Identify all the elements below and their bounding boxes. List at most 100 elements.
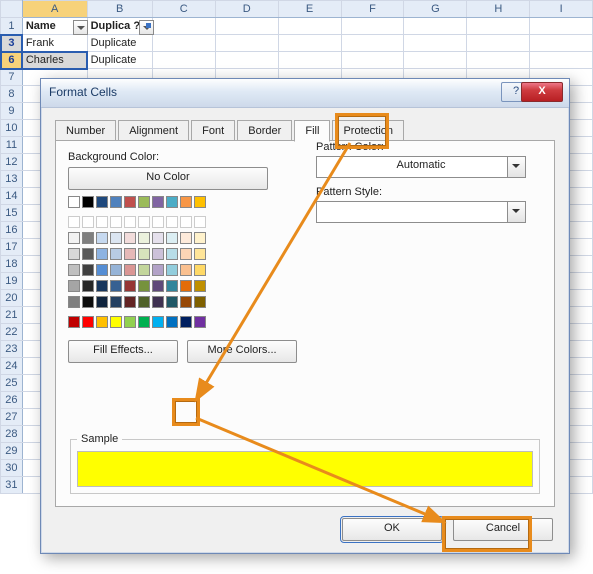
row-header[interactable]: 14 xyxy=(1,188,23,205)
color-swatch[interactable] xyxy=(110,264,122,276)
row-header[interactable]: 11 xyxy=(1,137,23,154)
color-swatch[interactable] xyxy=(138,232,150,244)
color-swatch[interactable] xyxy=(138,316,150,328)
color-swatch[interactable] xyxy=(96,316,108,328)
color-swatch[interactable] xyxy=(194,196,206,208)
color-swatch[interactable] xyxy=(180,280,192,292)
color-swatch[interactable] xyxy=(124,280,136,292)
fill-effects-button[interactable]: Fill Effects... xyxy=(68,340,178,363)
no-color-button[interactable]: No Color xyxy=(68,167,268,190)
color-swatch[interactable] xyxy=(152,196,164,208)
row-header[interactable]: 1 xyxy=(1,18,23,35)
color-swatch[interactable] xyxy=(138,216,150,228)
col-header-d[interactable]: D xyxy=(215,1,278,18)
color-swatch[interactable] xyxy=(180,296,192,308)
row-header[interactable]: 29 xyxy=(1,443,23,460)
row-header[interactable]: 8 xyxy=(1,86,23,103)
color-swatch[interactable] xyxy=(166,248,178,260)
row-header[interactable]: 3 xyxy=(1,35,23,52)
pattern-color-combo[interactable]: Automatic xyxy=(316,156,526,178)
row-header[interactable]: 26 xyxy=(1,392,23,409)
color-swatch[interactable] xyxy=(82,248,94,260)
color-swatch[interactable] xyxy=(180,316,192,328)
color-swatch[interactable] xyxy=(124,248,136,260)
color-swatch[interactable] xyxy=(68,216,80,228)
color-swatch[interactable] xyxy=(180,248,192,260)
color-swatch[interactable] xyxy=(166,296,178,308)
color-swatch[interactable] xyxy=(194,316,206,328)
color-swatch[interactable] xyxy=(124,232,136,244)
color-swatch[interactable] xyxy=(82,296,94,308)
color-swatch[interactable] xyxy=(180,264,192,276)
color-swatch[interactable] xyxy=(96,280,108,292)
row-header[interactable]: 10 xyxy=(1,120,23,137)
tab-number[interactable]: Number xyxy=(55,120,116,141)
color-swatch[interactable] xyxy=(152,232,164,244)
select-all-corner[interactable] xyxy=(1,1,23,18)
color-swatch[interactable] xyxy=(124,316,136,328)
col-header-h[interactable]: H xyxy=(467,1,530,18)
color-swatch[interactable] xyxy=(68,196,80,208)
color-swatch[interactable] xyxy=(138,196,150,208)
cell-b6[interactable]: Duplicate xyxy=(87,52,152,69)
color-swatch[interactable] xyxy=(96,248,108,260)
col-header-a[interactable]: A xyxy=(22,1,87,18)
row-header[interactable]: 21 xyxy=(1,307,23,324)
color-swatch[interactable] xyxy=(180,196,192,208)
pattern-style-combo[interactable] xyxy=(316,201,526,223)
row-header[interactable]: 20 xyxy=(1,290,23,307)
tab-fill[interactable]: Fill xyxy=(294,120,330,142)
color-swatch[interactable] xyxy=(166,216,178,228)
color-swatch[interactable] xyxy=(124,264,136,276)
color-swatch[interactable] xyxy=(68,280,80,292)
dialog-titlebar[interactable]: Format Cells ? X xyxy=(41,79,569,108)
color-swatch[interactable] xyxy=(68,248,80,260)
color-swatch[interactable] xyxy=(194,216,206,228)
color-swatch[interactable] xyxy=(124,296,136,308)
color-swatch[interactable] xyxy=(110,216,122,228)
color-swatch[interactable] xyxy=(180,232,192,244)
color-swatch[interactable] xyxy=(96,232,108,244)
color-swatch[interactable] xyxy=(96,216,108,228)
cancel-button[interactable]: Cancel xyxy=(453,518,553,541)
color-swatch[interactable] xyxy=(110,232,122,244)
color-swatch[interactable] xyxy=(96,296,108,308)
color-swatch[interactable] xyxy=(68,264,80,276)
row-header[interactable]: 6 xyxy=(1,52,23,69)
row-header[interactable]: 13 xyxy=(1,171,23,188)
color-swatch[interactable] xyxy=(110,248,122,260)
color-swatch[interactable] xyxy=(82,232,94,244)
color-swatch[interactable] xyxy=(96,264,108,276)
close-button[interactable]: X xyxy=(521,82,563,102)
color-swatch[interactable] xyxy=(152,316,164,328)
cell-a6-selected[interactable]: Charles xyxy=(22,52,87,69)
color-swatch[interactable] xyxy=(152,248,164,260)
color-swatch[interactable] xyxy=(96,196,108,208)
row-header[interactable]: 25 xyxy=(1,375,23,392)
color-swatch[interactable] xyxy=(110,316,122,328)
row-header[interactable]: 31 xyxy=(1,477,23,494)
ok-button[interactable]: OK xyxy=(342,518,442,541)
color-swatch[interactable] xyxy=(194,232,206,244)
tab-alignment[interactable]: Alignment xyxy=(118,120,189,141)
col-header-b[interactable]: B xyxy=(87,1,152,18)
row-header[interactable]: 24 xyxy=(1,358,23,375)
color-swatch[interactable] xyxy=(152,216,164,228)
color-swatch[interactable] xyxy=(82,216,94,228)
more-colors-button[interactable]: More Colors... xyxy=(187,340,297,363)
col-header-i[interactable]: I xyxy=(530,1,593,18)
tab-font[interactable]: Font xyxy=(191,120,235,141)
color-swatch[interactable] xyxy=(68,296,80,308)
row-header[interactable]: 17 xyxy=(1,239,23,256)
color-swatch[interactable] xyxy=(138,248,150,260)
row-header[interactable]: 19 xyxy=(1,273,23,290)
row-header[interactable]: 23 xyxy=(1,341,23,358)
row-header[interactable]: 27 xyxy=(1,409,23,426)
row-header[interactable]: 15 xyxy=(1,205,23,222)
color-swatch[interactable] xyxy=(68,232,80,244)
color-swatch[interactable] xyxy=(152,296,164,308)
row-header[interactable]: 30 xyxy=(1,460,23,477)
row-header[interactable]: 22 xyxy=(1,324,23,341)
color-swatch[interactable] xyxy=(194,296,206,308)
color-swatch[interactable] xyxy=(110,296,122,308)
